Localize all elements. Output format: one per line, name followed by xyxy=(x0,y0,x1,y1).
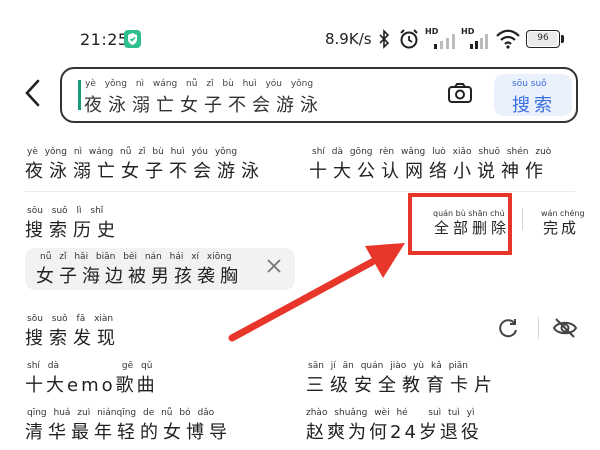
done-label: 完成 xyxy=(543,219,580,237)
text-cursor xyxy=(78,80,81,110)
history-item-pinyin: nǚ zǐ hǎi biān bèi nán hái xí xiōng xyxy=(40,252,232,262)
battery-level: 96 xyxy=(537,33,549,43)
battery-icon: 96 xyxy=(526,30,560,48)
search-button[interactable]: sōu suǒ 搜索 xyxy=(494,74,572,116)
discover-item-text: 三级安全教育卡片 xyxy=(306,375,498,396)
suggestion-text: 十大公认网络小说神作 xyxy=(309,161,549,182)
divider xyxy=(522,208,523,230)
close-icon[interactable] xyxy=(264,256,284,281)
suggestion-pinyin: shí dà gōng rèn wǎng luò xiǎo shuō shén … xyxy=(312,147,552,157)
divider xyxy=(25,191,575,192)
network-speed: 8.9K/s xyxy=(325,30,372,48)
wifi-icon xyxy=(495,28,521,54)
history-title: 搜索历史 xyxy=(25,220,121,241)
battery-tip xyxy=(561,35,564,43)
suggestion-pinyin: yè yǒng nì wáng nǚ zǐ bù huì yóu yǒng xyxy=(27,147,238,157)
alarm-icon xyxy=(398,28,420,54)
suggestion-text: 夜泳溺亡女子不会游泳 xyxy=(25,161,265,182)
history-title-pinyin: sōu suǒ lì shǐ xyxy=(27,206,104,216)
discover-item-pinyin: shí dà gē qǔ xyxy=(27,361,153,371)
discover-item-text: 十大emo歌曲 xyxy=(25,375,158,396)
search-query-pinyin: yè yǒng nì wáng nǚ zǐ bù huì yóu yǒng xyxy=(85,79,314,89)
discover-title: 搜索发现 xyxy=(25,328,121,349)
highlight-box xyxy=(408,193,512,255)
discover-item-pinyin: zhào shuǎng wèi hé suì tuì yì xyxy=(306,408,475,418)
search-query-text: 夜泳溺亡女子不会游泳 xyxy=(84,95,324,116)
divider xyxy=(538,317,539,339)
bluetooth-icon xyxy=(377,29,391,53)
shield-icon xyxy=(124,30,141,48)
back-button[interactable] xyxy=(22,78,44,113)
search-button-label: 搜索 xyxy=(512,95,556,116)
signal-icon-2 xyxy=(470,33,498,49)
eye-off-icon[interactable] xyxy=(552,316,578,340)
history-item-text: 女子海边被男孩袭胸 xyxy=(36,266,243,287)
search-button-pinyin: sōu suǒ xyxy=(512,79,547,89)
status-time: 21:25 xyxy=(80,30,129,49)
discover-item-text: 清华最年轻的女博导 xyxy=(25,422,232,443)
refresh-icon[interactable] xyxy=(496,316,520,340)
discover-item-pinyin: sān jí ān quán jiào yù kǎ piān xyxy=(308,361,469,371)
camera-icon[interactable] xyxy=(447,82,473,104)
signal-icon-1 xyxy=(434,33,462,49)
discover-title-pinyin: sōu suǒ fā xiàn xyxy=(27,314,114,324)
discover-item-pinyin: qīng huá zuì niánqīng de nǚ bó dǎo xyxy=(27,408,215,418)
discover-item-text: 赵爽为何24岁退役 xyxy=(306,422,482,443)
